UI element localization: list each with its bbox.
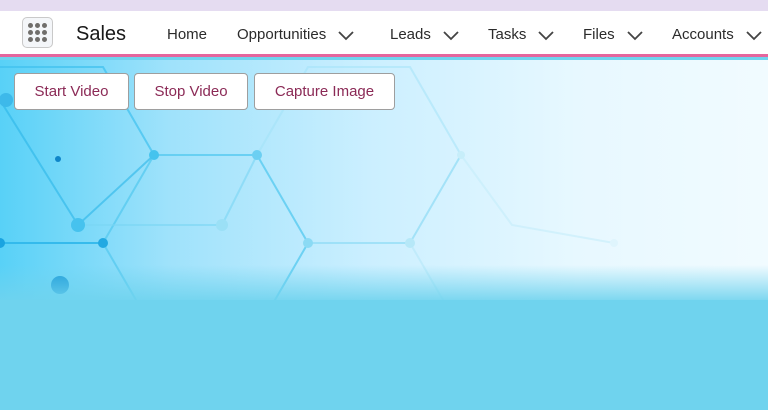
nav-item-label: Accounts xyxy=(672,26,734,43)
app-launcher-grid-icon[interactable] xyxy=(22,17,53,48)
stop-video-button[interactable]: Stop Video xyxy=(134,73,248,110)
nav-item-opportunities[interactable]: Opportunities xyxy=(237,26,354,43)
chevron-down-icon[interactable] xyxy=(338,29,354,41)
nav-item-tasks[interactable]: Tasks xyxy=(488,26,554,43)
nav-item-label: Files xyxy=(583,26,615,43)
nav-item-leads[interactable]: Leads xyxy=(390,26,459,43)
nav-item-accounts[interactable]: Accounts xyxy=(672,26,762,43)
nav-item-label: Home xyxy=(167,26,208,43)
background-fade xyxy=(0,265,768,305)
start-video-button[interactable]: Start Video xyxy=(14,73,129,110)
chevron-down-icon[interactable] xyxy=(746,29,762,41)
app-name: Sales xyxy=(76,23,127,45)
nav-item-label: Tasks xyxy=(488,26,527,43)
top-strip xyxy=(0,0,768,11)
chevron-down-icon[interactable] xyxy=(538,29,554,41)
chevron-down-icon[interactable] xyxy=(443,29,459,41)
nav-item-files[interactable]: Files xyxy=(583,26,643,43)
chevron-down-icon[interactable] xyxy=(627,29,643,41)
nav-item-label: Leads xyxy=(390,26,431,43)
global-navigation: Sales Home Opportunities Leads Tasks Fil… xyxy=(0,11,768,57)
nav-item-home[interactable]: Home xyxy=(167,26,207,43)
nav-item-label: Opportunities xyxy=(237,26,327,43)
capture-image-button[interactable]: Capture Image xyxy=(254,73,395,110)
